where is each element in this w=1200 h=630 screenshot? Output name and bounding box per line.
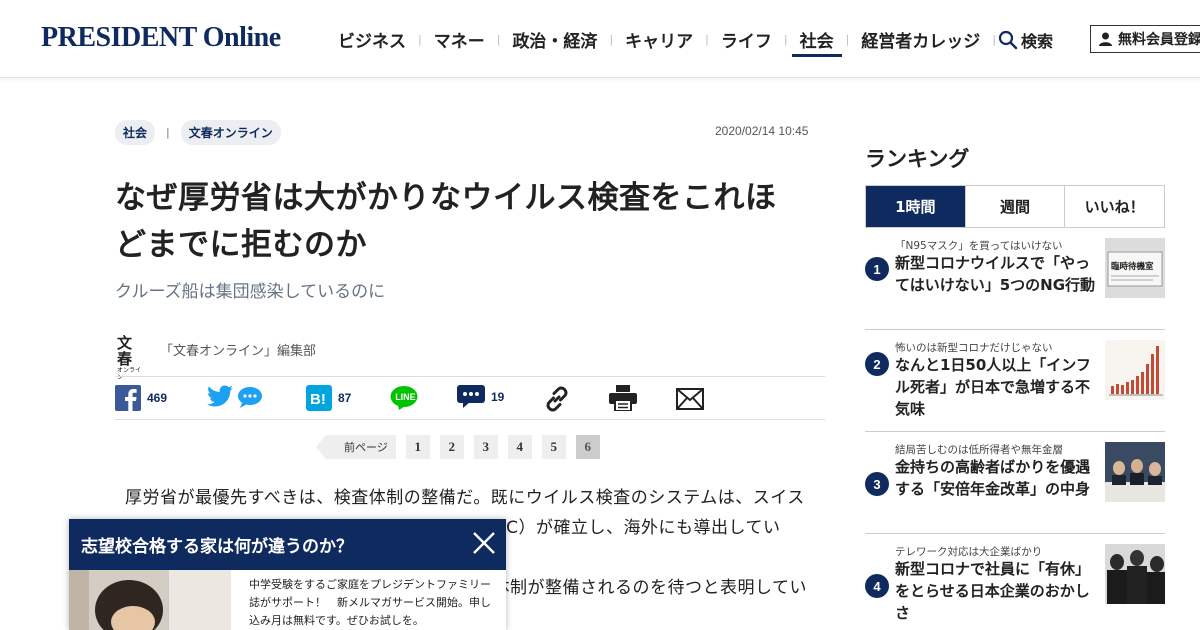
rank-number: 2 — [865, 352, 889, 376]
nav-career[interactable]: キャリア — [617, 0, 701, 78]
rank-category: 結局苦しむのは低所得者や無年金層 — [895, 444, 1063, 456]
prev-page-button[interactable]: 前ページ — [316, 435, 396, 459]
page-link-current: 6 — [575, 435, 600, 459]
search-button[interactable]: 検索 — [998, 28, 1053, 52]
site-logo[interactable]: PRESIDENT Online — [41, 22, 281, 54]
rank-thumbnail — [1105, 544, 1165, 604]
facebook-count: 469 — [147, 391, 168, 405]
print-button[interactable] — [609, 385, 637, 411]
popup-title: 志望校合格する家は何が違うのか？ — [81, 537, 353, 557]
comment-bubble-icon — [238, 387, 262, 408]
page-link-2[interactable]: 2 — [439, 435, 464, 459]
search-icon — [998, 30, 1018, 50]
facebook-share[interactable]: 469 — [115, 385, 167, 411]
comment-count: 19 — [491, 390, 505, 404]
child-studying-photo — [69, 570, 231, 630]
ranking-title: ランキング — [865, 147, 970, 171]
popup-header: 志望校合格する家は何が違うのか？ — [69, 519, 506, 570]
rank-number: 1 — [865, 257, 889, 281]
tab-likes[interactable]: いいね！ — [1064, 186, 1164, 227]
ranking-list: 1 「N95マスク」を買ってはいけない 新型コロナウイルスで「やってはいけない」… — [865, 228, 1165, 630]
author-name[interactable]: 「文春オンライン」編集部 — [160, 340, 316, 359]
rank-thumbnail — [1105, 442, 1165, 502]
facebook-icon — [115, 385, 141, 411]
tag-society[interactable]: 社会 — [115, 120, 156, 145]
rank-number: 4 — [865, 574, 889, 598]
nav-life[interactable]: ライフ — [713, 0, 780, 78]
page-link-5[interactable]: 5 — [541, 435, 566, 459]
rank-thumbnail — [1105, 340, 1165, 400]
comment-share[interactable]: 19 — [457, 385, 504, 409]
rank-category: テレワーク対応は大企業ばかり — [895, 546, 1043, 558]
tag-bunshun[interactable]: 文春オンライン — [180, 120, 281, 145]
article-date: 2020/02/14 10:45 — [715, 124, 809, 138]
body-line: 厚労省が最優先すべきは、検査体制の整備だ。既にウイルス検査のシステムは、スイス — [125, 488, 805, 508]
ranking-item[interactable]: 4 テレワーク対応は大企業ばかり 新型コロナで社員に「有休」をとらせる日本企業の… — [865, 534, 1165, 630]
nav-executive-college[interactable]: 経営者カレッジ — [853, 0, 988, 78]
nav-business[interactable]: ビジネス — [330, 0, 414, 78]
svg-text:B!: B! — [310, 391, 326, 408]
tab-1hour[interactable]: 1時間 — [866, 186, 965, 227]
article-title-line: どまでに拒むのか — [115, 227, 367, 263]
newsletter-popup[interactable]: 志望校合格する家は何が違うのか？ 中学受験をするご家庭をプレジデントファミリー誌… — [69, 519, 506, 630]
article-title-line: なぜ厚労省は大がかりなウイルス検査をこれほ — [115, 180, 777, 216]
close-icon[interactable] — [470, 529, 498, 557]
nav-society[interactable]: 社会 — [791, 0, 842, 78]
rank-thumbnail: 臨時待機室 — [1105, 238, 1165, 298]
popup-description: 中学受験をするご家庭をプレジデントファミリー誌がサポート！ 新メルマガサービス開… — [249, 578, 491, 627]
page-link-3[interactable]: 3 — [473, 435, 498, 459]
hatena-count: 87 — [338, 391, 352, 405]
ranking-item[interactable]: 1 「N95マスク」を買ってはいけない 新型コロナウイルスで「やってはいけない」… — [865, 228, 1165, 330]
article-title: なぜ厚労省は大がかりなウイルス検査をこれほ どまでに拒むのか — [115, 175, 815, 269]
line-icon: LINE — [390, 386, 418, 410]
nav-separator: | — [418, 32, 422, 46]
nav-politics-economy[interactable]: 政治・経済 — [504, 0, 605, 78]
ranking-item[interactable]: 2 怖いのは新型コロナだけじゃない なんと1日50人以上「インフル死者」が日本で… — [865, 330, 1165, 432]
mail-icon — [676, 388, 704, 410]
comment-icon — [457, 385, 485, 408]
nav-separator: | — [705, 32, 709, 46]
site-header: PRESIDENT Online ビジネス | マネー | 政治・経済 | キャ… — [0, 0, 1200, 78]
thumb-sign-text: 臨時待機室 — [1111, 261, 1154, 272]
copy-link-button[interactable] — [543, 385, 571, 413]
rank-headline: 新型コロナで社員に「有休」をとらせる日本企業のおかしさ — [895, 560, 1091, 622]
search-label: 検索 — [1021, 32, 1054, 51]
pagination: 前ページ 1 2 3 4 5 6 — [316, 435, 610, 459]
tab-weekly[interactable]: 週間 — [964, 186, 1065, 227]
ranking-tabs: 1時間 週間 いいね！ — [865, 185, 1165, 228]
nav-separator: | — [496, 32, 501, 46]
share-bar: 469 B! 87 LINE 19 — [115, 376, 825, 420]
rank-headline: 金持ちの高齢者ばかりを優遇する「安倍年金改革」の中身 — [895, 458, 1091, 498]
page-link-1[interactable]: 1 — [405, 435, 430, 459]
article-subtitle: クルーズ船は集団感染しているのに — [115, 282, 386, 302]
user-icon — [1099, 32, 1112, 46]
bunshun-logo-text: 文春 — [117, 334, 133, 368]
hatena-bookmark-share[interactable]: B! 87 — [306, 385, 351, 411]
rank-headline: 新型コロナウイルスで「やってはいけない」5つのNG行動 — [895, 254, 1096, 294]
twitter-share[interactable] — [206, 385, 263, 409]
rank-category: 怖いのは新型コロナだけじゃない — [895, 342, 1053, 354]
rank-number: 3 — [865, 472, 889, 496]
nav-separator: | — [783, 32, 788, 46]
nav-money[interactable]: マネー — [426, 0, 493, 78]
line-share[interactable]: LINE — [390, 385, 418, 411]
member-register-label: 無料会員登録 — [1118, 32, 1200, 48]
email-share[interactable] — [676, 385, 704, 410]
tag-separator: | — [166, 126, 170, 139]
link-icon — [546, 386, 568, 412]
page-link-4[interactable]: 4 — [507, 435, 532, 459]
twitter-icon — [207, 385, 233, 407]
svg-text:LINE: LINE — [395, 392, 416, 402]
nav-separator: | — [845, 32, 850, 46]
nav-separator: | — [609, 32, 614, 46]
article-tags: 社会 | 文春オンライン — [115, 120, 281, 145]
rank-category: 「N95マスク」を買ってはいけない — [895, 240, 1063, 252]
print-icon — [609, 385, 637, 411]
bunshun-logo: 文春 オンライン — [117, 335, 145, 381]
ranking-item[interactable]: 3 結局苦しむのは低所得者や無年金層 金持ちの高齢者ばかりを優遇する「安倍年金改… — [865, 432, 1165, 534]
main-nav: ビジネス | マネー | 政治・経済 | キャリア | ライフ | 社会 | 経… — [330, 0, 1000, 78]
member-register-button[interactable]: 無料会員登録 — [1090, 25, 1200, 53]
rank-headline: なんと1日50人以上「インフル死者」が日本で急増する不気味 — [895, 356, 1091, 418]
hatena-bookmark-icon: B! — [306, 385, 332, 411]
